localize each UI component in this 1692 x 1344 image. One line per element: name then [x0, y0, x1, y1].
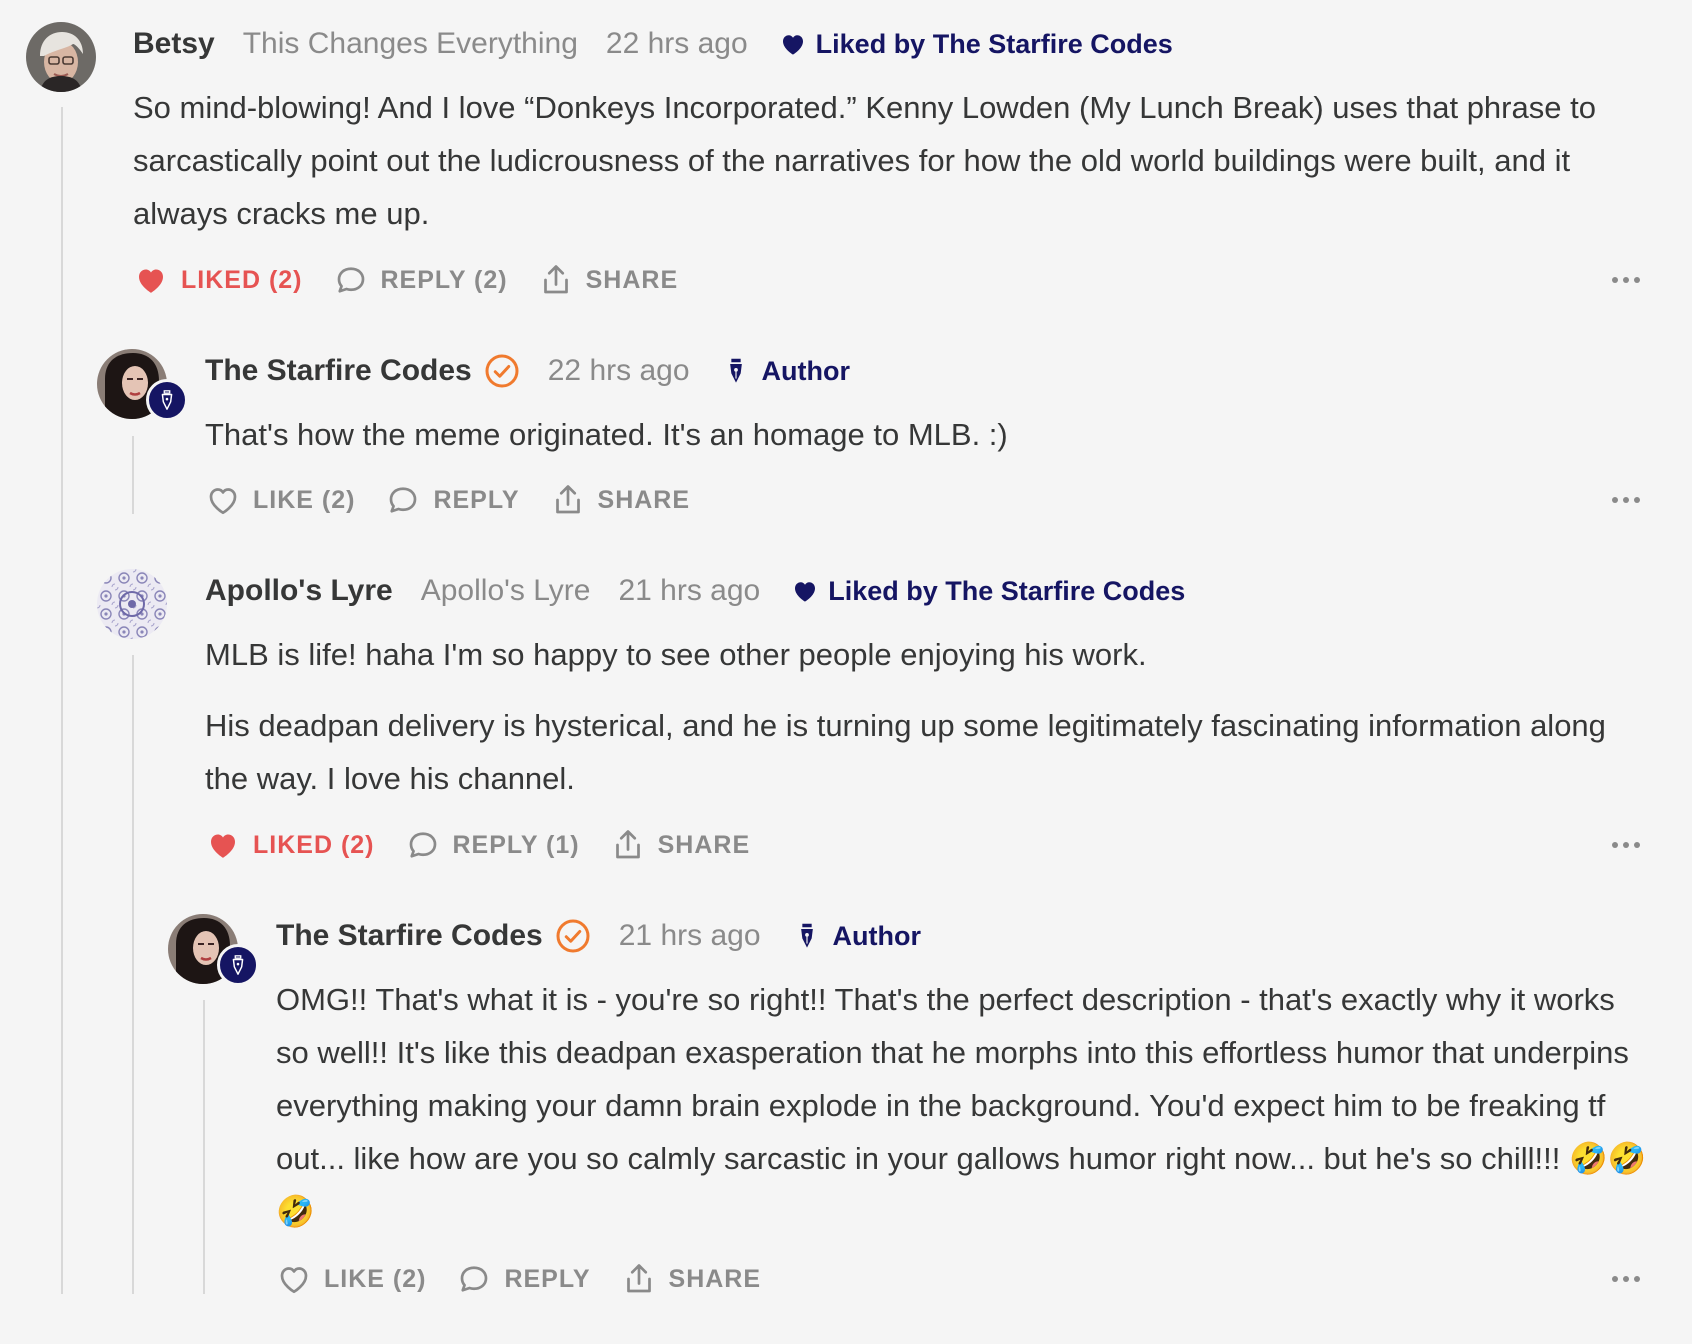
- heart-icon: [790, 576, 820, 606]
- comment-paragraph: OMG!! That's what it is - you're so righ…: [276, 982, 1647, 1229]
- share-label: SHARE: [668, 1264, 762, 1293]
- comment-bubble-icon: [405, 827, 441, 863]
- author-badge: [217, 944, 259, 986]
- share-icon: [621, 1261, 657, 1297]
- like-label: LIKED (2): [253, 830, 375, 859]
- author-tag: Author: [722, 355, 850, 387]
- comment-bubble-icon: [456, 1261, 492, 1297]
- reply-label: REPLY (2): [380, 265, 508, 294]
- avatar[interactable]: [26, 22, 96, 92]
- pen-nib-icon: [227, 954, 249, 976]
- more-options-button[interactable]: [1612, 497, 1640, 503]
- liked-by-label: Liked by The Starfire Codes: [815, 28, 1173, 59]
- liked-by-author: Liked by The Starfire Codes: [790, 576, 1185, 607]
- reply-button[interactable]: REPLY (2): [333, 262, 508, 298]
- author-tag: Author: [793, 920, 921, 952]
- share-label: SHARE: [597, 485, 691, 514]
- comment-body: MLB is life! haha I'm so happy to see ot…: [205, 628, 1655, 805]
- timestamp[interactable]: 21 hrs ago: [619, 919, 761, 953]
- like-label: LIKE (2): [253, 485, 356, 514]
- like-button[interactable]: LIKED (2): [133, 262, 303, 298]
- comment-paragraph: His deadpan delivery is hysterical, and …: [205, 708, 1606, 796]
- like-button[interactable]: LIKE (2): [276, 1261, 426, 1297]
- verified-icon: [484, 353, 520, 389]
- pen-nib-icon: [156, 389, 178, 411]
- liked-by-label: Liked by The Starfire Codes: [828, 575, 1186, 606]
- more-options-button[interactable]: [1612, 842, 1640, 848]
- timestamp[interactable]: 22 hrs ago: [606, 27, 748, 61]
- thread-line: [61, 107, 63, 1294]
- comment-body: OMG!! That's what it is - you're so righ…: [276, 973, 1656, 1238]
- share-button[interactable]: SHARE: [610, 827, 751, 863]
- share-button[interactable]: SHARE: [538, 262, 679, 298]
- reply-label: REPLY: [433, 485, 520, 514]
- heart-icon: [133, 262, 169, 298]
- liked-by-author: Liked by The Starfire Codes: [778, 29, 1173, 60]
- commenter-name[interactable]: The Starfire Codes: [276, 919, 543, 953]
- author-label: Author: [761, 355, 850, 386]
- commenter-name[interactable]: Apollo's Lyre: [205, 574, 393, 608]
- share-button[interactable]: SHARE: [621, 1261, 762, 1297]
- avatar[interactable]: [97, 569, 167, 639]
- share-icon: [538, 262, 574, 298]
- thread-line: [132, 655, 134, 1294]
- like-label: LIKED (2): [181, 265, 303, 294]
- more-options-button[interactable]: [1612, 1276, 1640, 1282]
- commenter-name[interactable]: The Starfire Codes: [205, 354, 472, 388]
- comment-bubble-icon: [385, 482, 421, 518]
- share-label: SHARE: [585, 265, 679, 294]
- like-label: LIKE (2): [324, 1264, 427, 1293]
- timestamp[interactable]: 22 hrs ago: [548, 354, 690, 388]
- pen-nib-icon: [793, 920, 821, 952]
- commenter-name[interactable]: Betsy: [133, 27, 215, 61]
- thread-line: [203, 1000, 205, 1294]
- thread-line: [132, 436, 134, 514]
- comment-paragraph: MLB is life! haha I'm so happy to see ot…: [205, 637, 1147, 672]
- like-button[interactable]: LIKE (2): [205, 482, 355, 518]
- share-icon: [610, 827, 646, 863]
- heart-icon: [205, 827, 241, 863]
- reply-label: REPLY: [504, 1264, 591, 1293]
- share-icon: [550, 482, 586, 518]
- share-button[interactable]: SHARE: [550, 482, 691, 518]
- heart-icon: [205, 482, 241, 518]
- like-button[interactable]: LIKED (2): [205, 827, 375, 863]
- reply-button[interactable]: REPLY: [385, 482, 519, 518]
- comment-bubble-icon: [333, 262, 369, 298]
- reply-label: REPLY (1): [452, 830, 580, 859]
- reply-button[interactable]: REPLY: [456, 1261, 590, 1297]
- author-badge: [146, 379, 188, 421]
- share-label: SHARE: [657, 830, 751, 859]
- comment-body: That's how the meme originated. It's an …: [205, 408, 1655, 461]
- heart-icon: [276, 1261, 312, 1297]
- author-label: Author: [832, 920, 921, 951]
- publication-name[interactable]: This Changes Everything: [243, 27, 578, 61]
- comment-paragraph: So mind-blowing! And I love “Donkeys Inc…: [133, 90, 1596, 231]
- pen-nib-icon: [722, 355, 750, 387]
- comment-body: So mind-blowing! And I love “Donkeys Inc…: [133, 81, 1653, 240]
- heart-icon: [778, 29, 808, 59]
- reply-button[interactable]: REPLY (1): [405, 827, 580, 863]
- verified-icon: [555, 918, 591, 954]
- publication-name[interactable]: Apollo's Lyre: [421, 574, 591, 608]
- comment-paragraph: That's how the meme originated. It's an …: [205, 417, 1008, 452]
- more-options-button[interactable]: [1612, 277, 1640, 283]
- timestamp[interactable]: 21 hrs ago: [618, 574, 760, 608]
